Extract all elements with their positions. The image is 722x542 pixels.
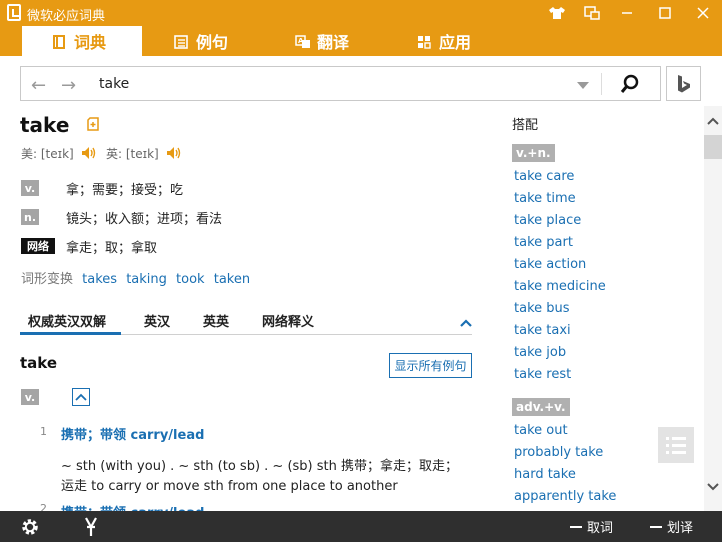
book-icon [52, 34, 66, 49]
pos-tag: v. [21, 180, 39, 196]
example-line: 运走 to carry or move sth from one place t… [61, 479, 398, 494]
word-form-link[interactable]: takes [82, 272, 117, 287]
collocation-link[interactable]: take job [514, 345, 566, 360]
tab-web[interactable]: 网络释义 [262, 311, 314, 330]
tab-apps[interactable]: 应用 [417, 26, 471, 56]
collocation-group-tag: v.+n. [512, 144, 555, 162]
definition-text: 拿；需要；接受；吃 [66, 182, 184, 198]
history-dropdown-icon[interactable] [577, 82, 589, 89]
tab-en-en[interactable]: 英英 [203, 311, 229, 330]
tab-translate-label: 翻译 [317, 33, 350, 52]
maximize-icon[interactable] [648, 0, 682, 26]
collapse-chevron-icon[interactable] [460, 316, 472, 331]
tab-en-cn[interactable]: 英汉 [144, 311, 170, 330]
collocation-link[interactable]: take taxi [514, 323, 571, 338]
pron-uk: 英: [teɪk] [106, 145, 182, 163]
capture-word-button[interactable]: 取词 [570, 511, 613, 542]
select-translate-button[interactable]: 划译 [650, 511, 693, 542]
pin-icon[interactable] [82, 511, 100, 542]
word-forms-label: 词形变换 [21, 272, 74, 287]
speaker-uk-icon[interactable] [166, 146, 182, 163]
minimize-icon[interactable] [610, 0, 644, 26]
collocation-link[interactable]: take medicine [514, 279, 606, 294]
headword: take [20, 113, 70, 137]
pos-tag: v. [21, 389, 39, 405]
word-form-link[interactable]: taken [214, 272, 250, 287]
show-all-examples-button[interactable]: 显示所有例句 [389, 353, 472, 378]
example-line: ~ sth (with you) . ~ sth (to sb) . ~ (sb… [61, 459, 458, 474]
definition-text: 镜头；收入额；进项；看法 [66, 211, 223, 227]
collocation-link[interactable]: apparently take [514, 489, 616, 504]
app-logo-icon [7, 4, 21, 21]
add-to-wordbook-icon[interactable] [86, 116, 102, 132]
collapse-sense-icon[interactable] [72, 388, 90, 406]
collocation-link[interactable]: take care [514, 169, 574, 184]
search-box: ← → [20, 66, 661, 101]
definition-row: n. 镜头；收入额；进项；看法 [21, 209, 222, 227]
search-divider [601, 73, 602, 95]
tab-examples-label: 例句 [196, 33, 229, 52]
list-icon [174, 34, 188, 49]
definition-row: v. 拿；需要；接受；吃 [21, 180, 183, 198]
collocation-link[interactable]: probably take [514, 445, 603, 460]
collocation-link[interactable]: take bus [514, 301, 570, 316]
settings-gear-icon[interactable] [20, 511, 40, 542]
collocation-link[interactable]: take action [514, 257, 586, 272]
bing-logo-icon[interactable] [666, 66, 701, 101]
app-title: 微软必应词典 [27, 9, 106, 24]
translate-icon: A [295, 34, 310, 48]
collocation-link[interactable]: take place [514, 213, 581, 228]
word-form-link[interactable]: took [176, 272, 205, 287]
capture-word-label: 取词 [587, 521, 614, 536]
back-arrow-icon[interactable]: ← [31, 75, 46, 96]
definition-source-tabs: 权威英汉双解 英汉 英英 网络释义 [20, 308, 472, 335]
collocation-link[interactable]: hard take [514, 467, 576, 482]
title-bar: 微软必应词典 [0, 0, 722, 26]
tab-dictionary[interactable]: 词典 [22, 26, 142, 56]
definition-text: 拿走；取；拿取 [66, 240, 158, 256]
minus-icon [570, 525, 582, 528]
scrollbar-thumb[interactable] [704, 135, 722, 159]
active-tab-indicator [20, 332, 121, 335]
collocation-link[interactable]: take part [514, 235, 573, 250]
skin-shirt-icon[interactable] [540, 0, 574, 26]
minus-icon [650, 525, 662, 528]
collocations-label: 搭配 [512, 118, 539, 133]
search-icon[interactable] [619, 73, 641, 95]
sense-number: 1 [40, 425, 47, 438]
apps-icon [417, 34, 431, 49]
collocation-link[interactable]: take time [514, 191, 576, 206]
definition-row: 网络 拿走；取；拿取 [21, 238, 157, 256]
tab-examples[interactable]: 例句 [174, 26, 228, 56]
collocation-group-tag: adv.+v. [512, 398, 570, 416]
pron-us-text: 美: [teɪk] [21, 147, 74, 161]
collocation-link[interactable]: take rest [514, 367, 571, 382]
pos-tag: 网络 [21, 238, 55, 254]
forward-arrow-icon[interactable]: → [61, 75, 76, 96]
select-translate-label: 划译 [667, 521, 694, 536]
mini-mode-icon[interactable] [575, 0, 609, 26]
word-form-link[interactable]: taking [126, 272, 167, 287]
scroll-up-icon[interactable] [706, 115, 720, 130]
speaker-us-icon[interactable] [81, 146, 97, 163]
word-forms: 词形变换 takes taking took taken [21, 268, 250, 287]
scrollbar-track[interactable] [704, 106, 722, 511]
bottom-bar: 取词 划译 [0, 511, 722, 542]
sense-heading: 携带；带领 carry/lead [61, 428, 205, 443]
tab-apps-label: 应用 [439, 33, 472, 52]
scroll-down-icon[interactable] [706, 481, 720, 496]
tab-authoritative[interactable]: 权威英汉双解 [28, 311, 106, 330]
pron-us: 美: [teɪk] [21, 145, 97, 163]
outline-list-icon[interactable] [658, 427, 694, 463]
pron-uk-text: 英: [teɪk] [106, 147, 159, 161]
search-input[interactable] [99, 76, 559, 92]
tab-dictionary-label: 词典 [74, 33, 107, 52]
pos-tag: n. [21, 209, 39, 225]
detail-headword: take [20, 354, 58, 372]
tab-translate[interactable]: A 翻译 [295, 26, 349, 56]
main-tab-bar: 词典 例句 A 翻译 应用 [0, 26, 722, 56]
collocation-link[interactable]: take out [514, 423, 568, 438]
close-icon[interactable] [686, 0, 720, 26]
